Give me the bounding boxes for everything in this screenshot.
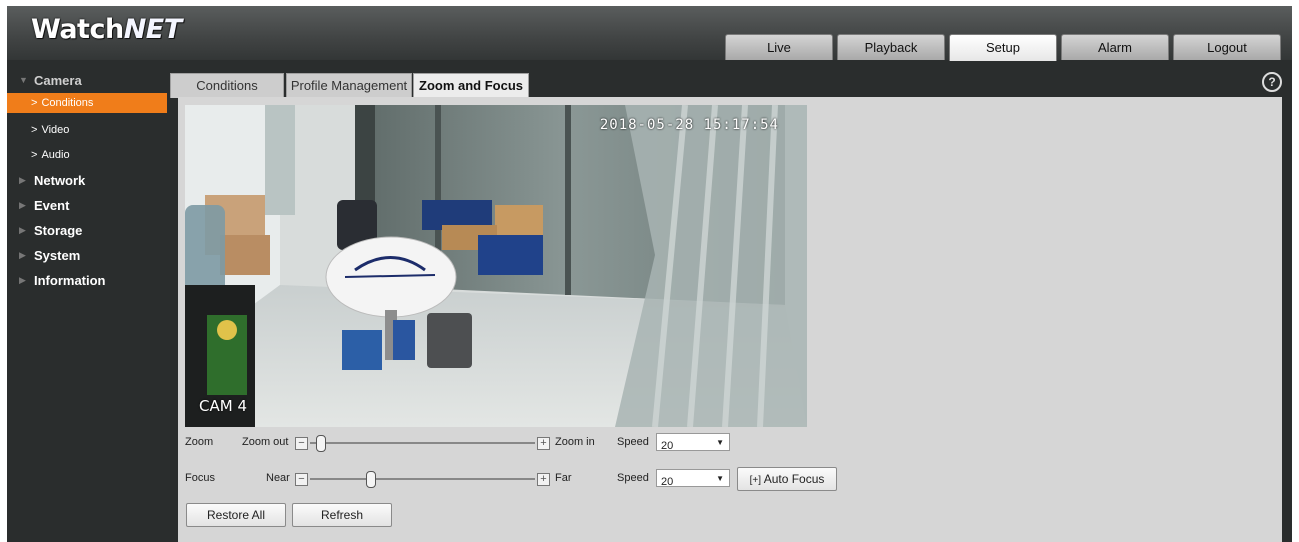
auto-focus-label: Auto Focus — [763, 472, 825, 486]
zoom-label: Zoom — [185, 436, 214, 448]
tab-zoom-and-focus[interactable]: Zoom and Focus — [413, 73, 529, 99]
dropdown-arrow-icon: ▼ — [716, 474, 724, 483]
zoom-out-button[interactable]: − — [295, 437, 308, 450]
focus-slider-track[interactable] — [310, 478, 535, 480]
auto-focus-icon: [+] — [749, 475, 762, 486]
zoom-row: Zoom Zoom out − + Zoom in Speed 20 ▼ — [185, 433, 885, 455]
zoom-in-label: Zoom in — [555, 436, 595, 448]
header-bar: WatchNET Live Playback Setup Alarm Logou… — [7, 6, 1292, 61]
collapse-triangle-icon: ▶ — [19, 275, 26, 285]
sidebar-item-audio[interactable]: > Audio — [7, 143, 167, 168]
camera-scene-image — [185, 105, 807, 427]
zoom-slider-handle[interactable] — [316, 435, 327, 452]
focus-label: Focus — [185, 472, 215, 484]
zoom-speed-label: Speed — [617, 436, 649, 448]
focus-speed-select[interactable]: 20 ▼ — [656, 469, 730, 488]
zoom-slider-track[interactable] — [310, 442, 535, 444]
focus-far-label: Far — [555, 472, 572, 484]
restore-all-button[interactable]: Restore All — [186, 503, 286, 527]
sidebar-item-system[interactable]: ▶ System — [7, 243, 167, 268]
video-preview: 2018-05-28 15:17:54 CAM 4 — [185, 105, 807, 427]
tab-profile-management[interactable]: Profile Management — [286, 73, 412, 98]
sidebar-item-camera[interactable]: ▼ Camera — [7, 68, 167, 93]
sidebar-item-information[interactable]: ▶ Information — [7, 268, 167, 293]
camera-label: CAM 4 — [199, 397, 247, 415]
app-window: WatchNET Live Playback Setup Alarm Logou… — [7, 6, 1292, 542]
sidebar-item-event[interactable]: ▶ Event — [7, 193, 167, 218]
focus-slider-handle[interactable] — [365, 471, 376, 488]
auto-focus-button[interactable]: [+] Auto Focus — [737, 467, 837, 491]
nav-tab-logout[interactable]: Logout — [1173, 34, 1281, 60]
chevron-right-icon: > — [31, 149, 38, 161]
collapse-triangle-icon: ▶ — [19, 200, 26, 210]
sidebar-item-video[interactable]: > Video — [7, 118, 167, 143]
help-icon[interactable]: ? — [1262, 72, 1282, 92]
collapse-triangle-icon: ▶ — [19, 175, 26, 185]
chevron-right-icon: > — [31, 124, 38, 136]
sidebar: ▼ Camera > Conditions > Video > Audio ▶ Netwo… — [7, 68, 167, 293]
focus-speed-label: Speed — [617, 472, 649, 484]
nav-tab-alarm[interactable]: Alarm — [1061, 34, 1169, 60]
nav-tab-live[interactable]: Live — [725, 34, 833, 60]
chevron-right-icon: > — [31, 97, 38, 109]
main-panel: 2018-05-28 15:17:54 CAM 4 Zoom Zoom out … — [178, 97, 1282, 542]
nav-tab-playback[interactable]: Playback — [837, 34, 945, 60]
tab-conditions[interactable]: Conditions — [170, 73, 284, 98]
focus-row: Focus Near − + Far Speed 20 ▼ [+] Auto Fo… — [185, 467, 885, 491]
sidebar-item-storage[interactable]: ▶ Storage — [7, 218, 167, 243]
collapse-triangle-icon: ▶ — [19, 250, 26, 260]
video-timestamp: 2018-05-28 15:17:54 — [599, 117, 779, 133]
focus-speed-value: 20 — [661, 476, 674, 488]
dropdown-arrow-icon: ▼ — [716, 438, 724, 447]
zoom-speed-select[interactable]: 20 ▼ — [656, 433, 730, 452]
nav-tab-setup[interactable]: Setup — [949, 34, 1057, 61]
expand-triangle-icon: ▼ — [19, 75, 28, 85]
focus-near-button[interactable]: − — [295, 473, 308, 486]
zoom-in-button[interactable]: + — [537, 437, 550, 450]
focus-near-label: Near — [266, 472, 290, 484]
logo: WatchNET — [31, 14, 182, 45]
zoom-speed-value: 20 — [661, 440, 674, 452]
sidebar-item-network[interactable]: ▶ Network — [7, 168, 167, 193]
zoom-out-label: Zoom out — [242, 436, 289, 448]
sidebar-item-conditions[interactable]: > Conditions — [7, 93, 167, 113]
focus-far-button[interactable]: + — [537, 473, 550, 486]
refresh-button[interactable]: Refresh — [292, 503, 392, 527]
collapse-triangle-icon: ▶ — [19, 225, 26, 235]
